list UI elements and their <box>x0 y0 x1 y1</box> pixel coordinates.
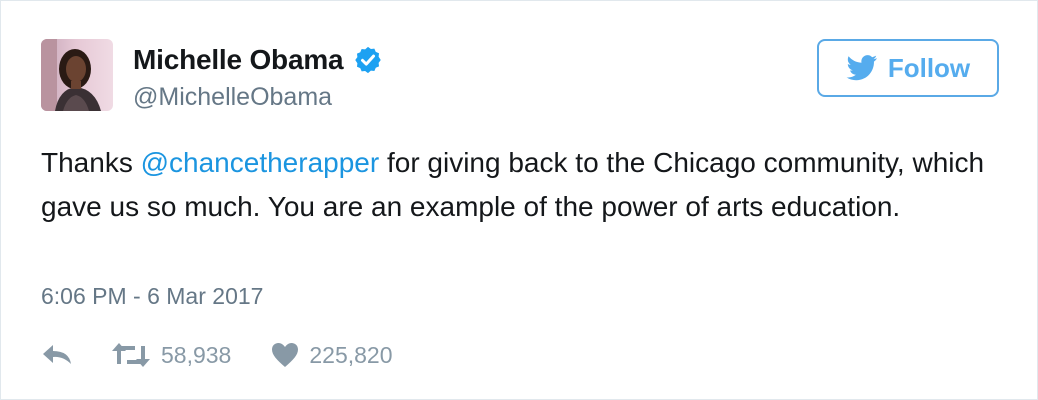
mention-link[interactable]: @chancetherapper <box>141 147 380 178</box>
reply-button[interactable] <box>41 342 75 368</box>
retweet-button[interactable]: 58,938 <box>111 342 231 369</box>
follow-button[interactable]: Follow <box>817 39 999 97</box>
tweet-actions: 58,938 225,820 <box>41 337 393 373</box>
follow-button-label: Follow <box>887 52 971 83</box>
retweet-count: 58,938 <box>161 341 232 368</box>
retweet-icon <box>112 343 150 367</box>
verified-badge-icon <box>355 46 382 74</box>
heart-icon <box>272 343 299 367</box>
tweet-card: Michelle Obama @MichelleObama Follow Tha… <box>0 0 1038 400</box>
user-handle[interactable]: @MichelleObama <box>133 83 332 112</box>
tweet-text: Thanks @chancetherapper for giving back … <box>41 141 991 229</box>
reply-icon <box>43 345 71 364</box>
tweet-text-before: Thanks <box>41 147 141 178</box>
like-count: 225,820 <box>309 341 393 368</box>
twitter-bird-icon <box>846 55 877 81</box>
avatar-image <box>41 39 113 111</box>
tweet-timestamp[interactable]: 6:06 PM - 6 Mar 2017 <box>41 283 263 310</box>
like-button[interactable]: 225,820 <box>271 341 393 369</box>
user-name-row: Michelle Obama <box>133 41 383 79</box>
avatar[interactable] <box>41 39 113 111</box>
display-name[interactable]: Michelle Obama <box>133 44 344 76</box>
